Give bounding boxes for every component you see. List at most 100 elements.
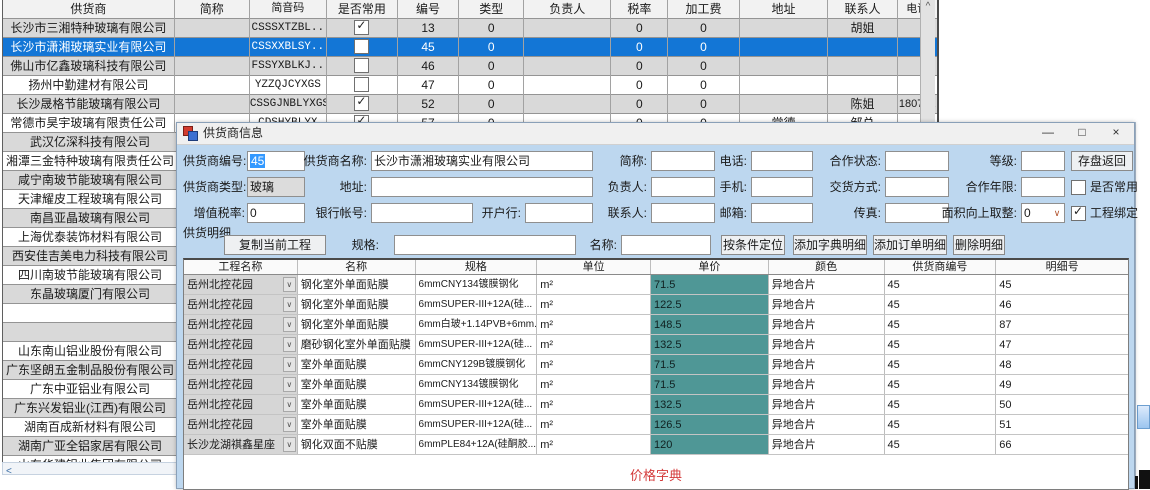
project-combobox-cell[interactable]: 岳州北控花园∨ bbox=[184, 275, 298, 294]
project-combobox-cell[interactable]: 长沙龙湖祺鑫星座∨ bbox=[184, 435, 298, 454]
supplier-list-item[interactable]: 湘潭三金特种玻璃有限责任公司 bbox=[3, 152, 177, 171]
chevron-down-icon[interactable]: ∨ bbox=[283, 397, 296, 412]
grade-input[interactable] bbox=[1021, 151, 1065, 171]
add-order-detail-button[interactable]: 添加订单明细 bbox=[873, 235, 947, 255]
spec-filter-input[interactable] bbox=[394, 235, 576, 255]
vat-input[interactable]: 0 bbox=[247, 203, 305, 223]
address-label: 地址: bbox=[301, 177, 367, 197]
mobile-input[interactable] bbox=[751, 177, 813, 197]
supplier-row[interactable]: 扬州中勤建材有限公司 YZZQJCYXGS 47 0 0 0 bbox=[3, 76, 937, 95]
area-round-combobox[interactable]: 0∨ bbox=[1021, 203, 1065, 223]
supplier-no-input[interactable]: 45 bbox=[247, 151, 305, 171]
detail-row[interactable]: 长沙龙湖祺鑫星座∨ 钢化双面不贴膜 6mmPLE84+12A(硅酮胶... m²… bbox=[184, 435, 1128, 455]
address-input[interactable] bbox=[371, 177, 593, 197]
detail-row[interactable]: 岳州北控花园∨ 磨砂钢化室外单面贴膜 6mmSUPER-III+12A(硅...… bbox=[184, 335, 1128, 355]
copy-current-project-button[interactable]: 复制当前工程 bbox=[224, 235, 326, 255]
chevron-down-icon[interactable]: ∨ bbox=[283, 357, 296, 372]
project-bind-checkbox[interactable]: 工程绑定 bbox=[1071, 203, 1138, 223]
leader-input[interactable] bbox=[651, 177, 715, 197]
detail-row[interactable]: 岳州北控花园∨ 钢化室外单面贴膜 6mmSUPER-III+12A(硅... m… bbox=[184, 295, 1128, 315]
scroll-left-icon[interactable]: < bbox=[3, 466, 12, 477]
supplier-list-item[interactable]: 武汉亿深科技有限公司 bbox=[3, 133, 177, 152]
project-combobox-cell[interactable]: 岳州北控花园∨ bbox=[184, 395, 298, 414]
chevron-down-icon[interactable]: ∨ bbox=[283, 437, 296, 452]
common-use-checkbox[interactable] bbox=[354, 20, 369, 35]
chevron-down-icon[interactable]: ∨ bbox=[1050, 204, 1064, 222]
supplier-row[interactable]: 长沙市潇湘玻璃实业有限公司 CSSXXBLSY.. 45 0 0 0 bbox=[3, 38, 937, 57]
unit-cell: m² bbox=[537, 335, 651, 354]
chevron-down-icon[interactable]: ∨ bbox=[283, 317, 296, 332]
delivery-input[interactable] bbox=[885, 177, 949, 197]
supplier-list-item[interactable]: 湖南广亚全铝家居有限公司 bbox=[3, 437, 177, 456]
supplier-row[interactable]: 佛山市亿鑫玻璃科技有限公司 FSSYXBLKJ.. 46 0 0 0 bbox=[3, 57, 937, 76]
chevron-down-icon[interactable]: ∨ bbox=[283, 417, 296, 432]
supplier-list-item[interactable]: 四川南玻节能玻璃有限公司 bbox=[3, 266, 177, 285]
background-scrollbar-thumb[interactable] bbox=[1137, 405, 1150, 429]
supplier-list-item[interactable]: 东晶玻璃厦门有限公司 bbox=[3, 285, 177, 304]
supplier-no-cell: 45 bbox=[885, 355, 997, 374]
supplier-list-item[interactable]: 上海优泰装饰材料有限公司 bbox=[3, 228, 177, 247]
project-combobox-cell[interactable]: 岳州北控花园∨ bbox=[184, 295, 298, 314]
bank-account-input[interactable] bbox=[371, 203, 473, 223]
scroll-up-icon[interactable]: ^ bbox=[921, 0, 935, 14]
supplier-list-item[interactable]: 咸宁南玻节能玻璃有限公司 bbox=[3, 171, 177, 190]
phone-input[interactable] bbox=[751, 151, 813, 171]
supplier-list-item[interactable]: 山东南山铝业股份有限公司 bbox=[3, 342, 177, 361]
bank-input[interactable] bbox=[525, 203, 593, 223]
supplier-list-item[interactable]: 广东中亚铝业有限公司 bbox=[3, 380, 177, 399]
supplier-name-input[interactable]: 长沙市潇湘玻璃实业有限公司 bbox=[371, 151, 593, 171]
detail-row[interactable]: 岳州北控花园∨ 室外单面贴膜 6mmCNY129B镀膜钢化 m² 71.5 异地… bbox=[184, 355, 1128, 375]
supplier-list-item[interactable]: 天津耀皮工程玻璃有限公司 bbox=[3, 190, 177, 209]
name-filter-input[interactable] bbox=[621, 235, 711, 255]
color-cell: 异地合片 bbox=[769, 375, 885, 394]
chevron-down-icon[interactable]: ∨ bbox=[283, 277, 296, 292]
contact-input[interactable] bbox=[651, 203, 715, 223]
delete-detail-button[interactable]: 删除明细 bbox=[953, 235, 1005, 255]
short-name-input[interactable] bbox=[651, 151, 715, 171]
supplier-list-item[interactable]: 广东坚朗五金制品股份有限公司 bbox=[3, 361, 177, 380]
supplier-list-item[interactable] bbox=[3, 304, 177, 323]
supplier-row[interactable]: 长沙市三湘特种玻璃有限公司 CSSSXTZBL.. 13 0 0 0 胡姐 bbox=[3, 19, 937, 38]
detail-row[interactable]: 岳州北控花园∨ 室外单面贴膜 6mmSUPER-III+12A(硅... m² … bbox=[184, 395, 1128, 415]
common-use-checkbox[interactable] bbox=[354, 96, 369, 111]
spec-cell: 6mmSUPER-III+12A(硅... bbox=[416, 395, 538, 414]
detail-row[interactable]: 岳州北控花园∨ 室外单面贴膜 6mmSUPER-III+12A(硅... m² … bbox=[184, 415, 1128, 435]
suppliers-vertical-scrollbar[interactable]: ^ bbox=[920, 0, 935, 122]
maximize-icon[interactable]: □ bbox=[1066, 123, 1098, 144]
common-use-dialog-checkbox[interactable]: 是否常用 bbox=[1071, 177, 1138, 197]
email-input[interactable] bbox=[751, 203, 813, 223]
chevron-down-icon[interactable]: ∨ bbox=[283, 377, 296, 392]
supplier-type-input[interactable]: 玻璃 bbox=[247, 177, 305, 197]
detail-row[interactable]: 岳州北控花园∨ 室外单面贴膜 6mmCNY134镀膜钢化 m² 71.5 异地合… bbox=[184, 375, 1128, 395]
common-use-checkbox[interactable] bbox=[354, 58, 369, 73]
chevron-down-icon[interactable]: ∨ bbox=[283, 337, 296, 352]
project-combobox-cell[interactable]: 岳州北控花园 ∨ bbox=[184, 355, 298, 374]
chevron-down-icon[interactable]: ∨ bbox=[283, 297, 296, 312]
supplier-list-item[interactable]: 湖南百成新材料有限公司 bbox=[3, 418, 177, 437]
locate-by-condition-button[interactable]: 按条件定位 bbox=[721, 235, 785, 255]
left-list-horizontal-scrollbar[interactable]: < bbox=[2, 462, 177, 475]
detail-row[interactable]: 岳州北控花园∨ 钢化室外单面贴膜 6mm白玻+1.14PVB+6mm... m²… bbox=[184, 315, 1128, 335]
detail-row[interactable]: 岳州北控花园∨ 钢化室外单面贴膜 6mmCNY134镀膜钢化 m² 71.5 异… bbox=[184, 275, 1128, 295]
supplier-list-item[interactable] bbox=[3, 323, 177, 342]
spec-cell: 6mmSUPER-III+12A(硅... bbox=[416, 335, 538, 354]
supplier-list-item[interactable]: 西安佳吉美电力科技有限公司 bbox=[3, 247, 177, 266]
project-value: 岳州北控花园 bbox=[187, 359, 253, 371]
dialog-titlebar[interactable]: 供货商信息 — □ × bbox=[177, 123, 1134, 145]
common-use-checkbox[interactable] bbox=[354, 77, 369, 92]
supplier-type-cell: 0 bbox=[459, 19, 524, 38]
supplier-row[interactable]: 长沙晟格节能玻璃有限公司 CSSGJNBLYXGS 52 0 0 0 陈姐 18… bbox=[3, 95, 937, 114]
project-combobox-cell[interactable]: 岳州北控花园∨ bbox=[184, 315, 298, 334]
add-dictionary-detail-button[interactable]: 添加字典明细 bbox=[793, 235, 867, 255]
coop-status-input[interactable] bbox=[885, 151, 949, 171]
common-use-checkbox[interactable] bbox=[354, 39, 369, 54]
project-combobox-cell[interactable]: 岳州北控花园∨ bbox=[184, 375, 298, 394]
coop-years-input[interactable] bbox=[1021, 177, 1065, 197]
close-icon[interactable]: × bbox=[1100, 123, 1132, 144]
project-combobox-cell[interactable]: 岳州北控花园∨ bbox=[184, 415, 298, 434]
supplier-list-item[interactable]: 广东兴发铝业(江西)有限公司 bbox=[3, 399, 177, 418]
supplier-list-item[interactable]: 南昌亚晶玻璃有限公司 bbox=[3, 209, 177, 228]
save-return-button[interactable]: 存盘返回 bbox=[1071, 151, 1133, 171]
minimize-icon[interactable]: — bbox=[1032, 123, 1064, 144]
project-combobox-cell[interactable]: 岳州北控花园∨ bbox=[184, 335, 298, 354]
